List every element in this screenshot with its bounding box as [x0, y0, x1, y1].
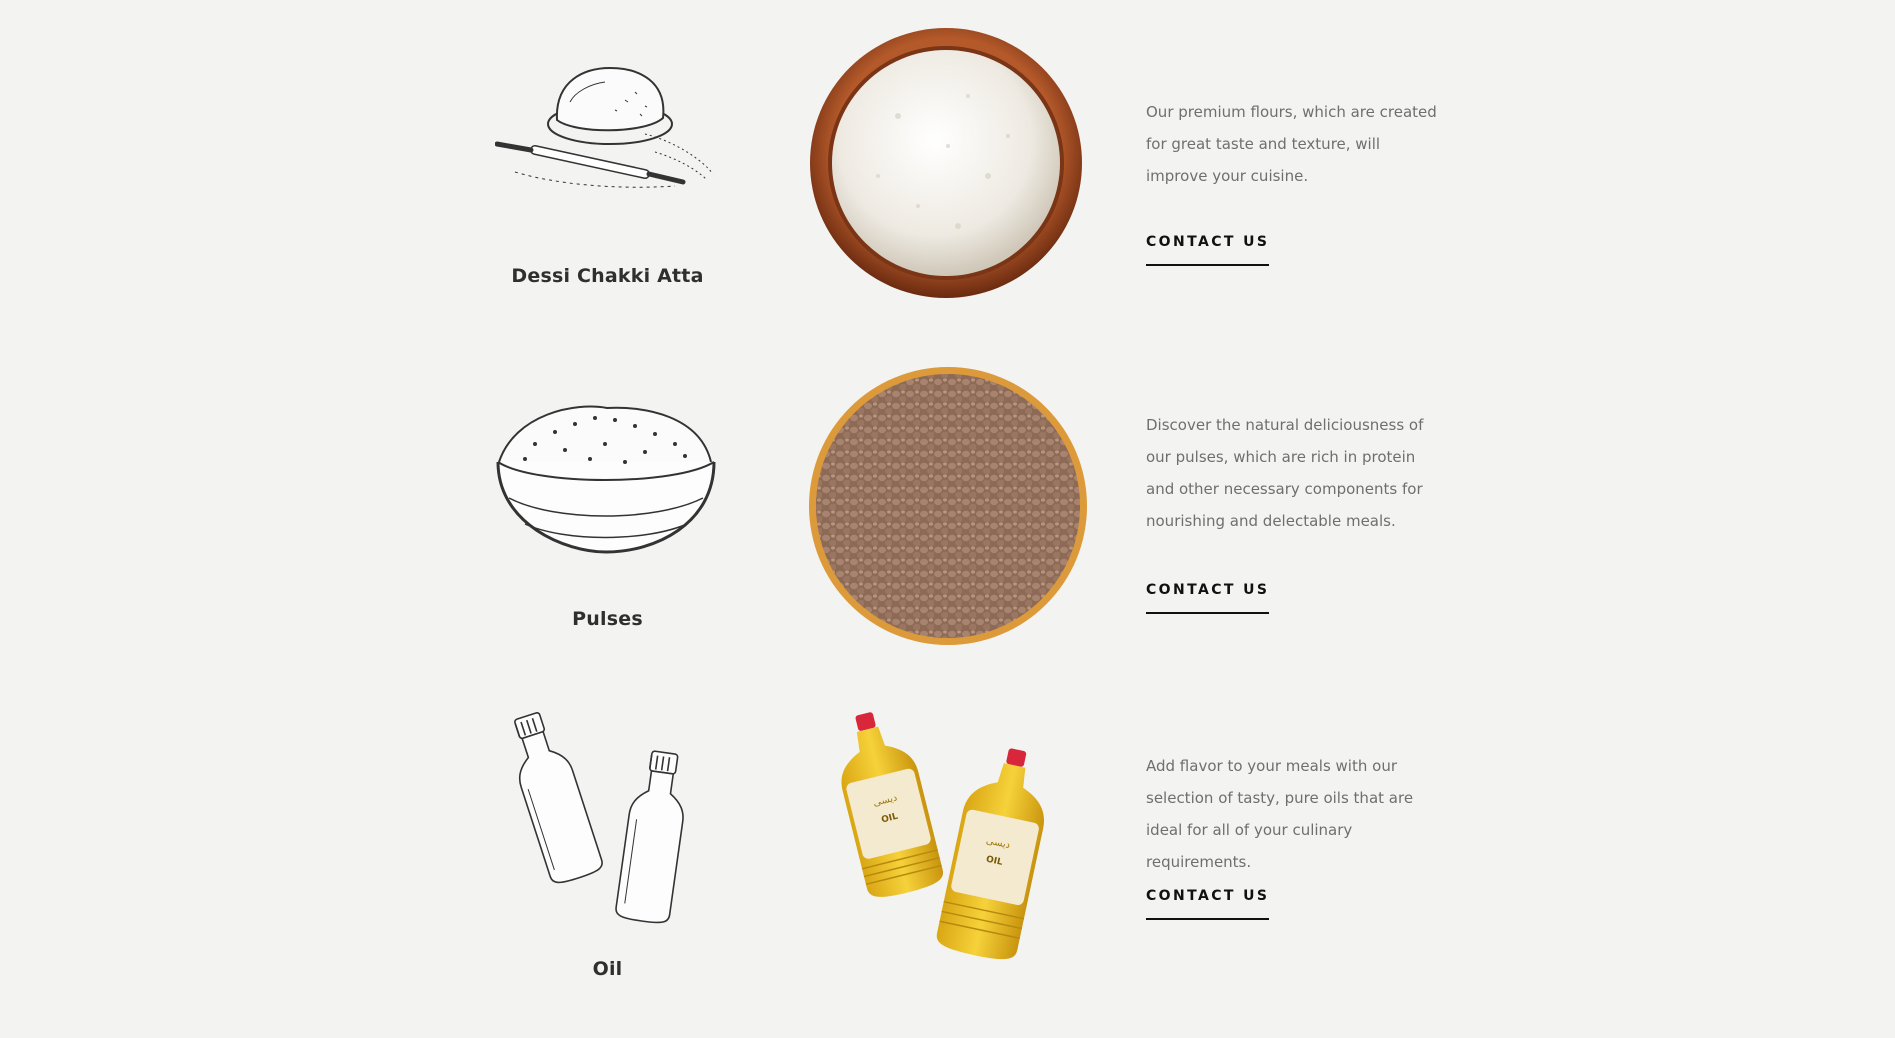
product-row-atta: Dessi Chakki Atta Our premium flours, wh… [0, 0, 1895, 330]
product-name: Pulses [572, 608, 643, 630]
oil-bottles-image: دیسی OIL دیسی OIL [841, 712, 1044, 960]
dough-rolling-pin-icon [495, 66, 714, 188]
product-description: Add flavor to your meals with our select… [1146, 757, 1414, 871]
lentils-bowl-image [809, 367, 1087, 645]
product-row-pulses: Pulses Discover the natural deliciousnes… [0, 340, 1895, 680]
bowl-of-grains-icon [496, 405, 716, 554]
oil-bottles-icon [514, 712, 684, 924]
flour-bowl-image [810, 28, 1082, 298]
contact-us-button[interactable]: CONTACT US [1146, 234, 1270, 266]
contact-us-button[interactable]: CONTACT US [1146, 888, 1270, 920]
contact-us-button[interactable]: CONTACT US [1146, 582, 1270, 614]
product-name: Dessi Chakki Atta [511, 265, 704, 287]
product-row-oil: Oil دیسی OIL دیسی OIL Add flavor to your… [0, 690, 1895, 1020]
product-description: Discover the natural deliciousness of ou… [1146, 416, 1424, 530]
product-description: Our premium flours, which are created fo… [1146, 103, 1437, 185]
product-name: Oil [592, 958, 623, 980]
